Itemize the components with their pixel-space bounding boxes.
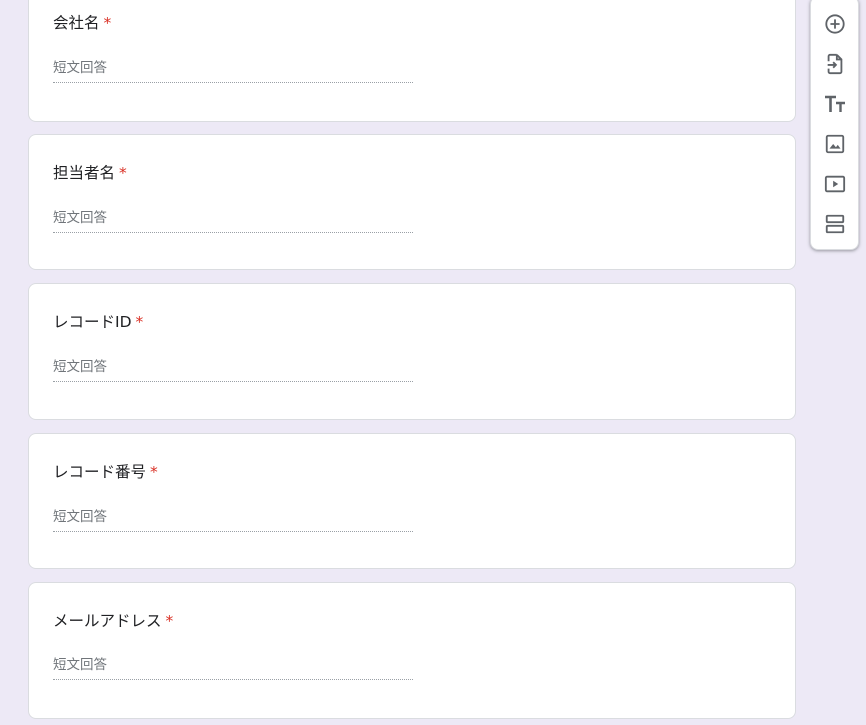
question-card-record-number[interactable]: レコード番号 * 短文回答	[28, 433, 796, 569]
question-title[interactable]: レコード番号 *	[53, 460, 158, 482]
question-title-text: レコード番号	[53, 463, 147, 481]
add-video-button[interactable]	[823, 172, 847, 196]
title-text-icon	[825, 95, 845, 112]
question-card-company-name[interactable]: 会社名 * 短文回答	[28, 0, 796, 122]
add-question-button[interactable]	[823, 12, 847, 36]
add-title-button[interactable]	[823, 92, 847, 116]
question-title-text: レコードID	[53, 313, 132, 331]
required-asterisk: *	[135, 313, 144, 331]
short-answer-placeholder: 短文回答	[53, 653, 413, 680]
floating-toolbar	[810, 0, 859, 250]
add-circle-icon	[825, 14, 845, 34]
form-editor: 会社名 * 短文回答 担当者名 * 短文回答 レコードID * 短文回答 レコード番号…	[0, 0, 866, 725]
add-image-button[interactable]	[823, 132, 847, 156]
question-title[interactable]: 会社名 *	[53, 11, 111, 33]
add-section-button[interactable]	[823, 212, 847, 236]
question-title[interactable]: 担当者名 *	[53, 161, 127, 183]
question-title-text: 担当者名	[53, 164, 116, 182]
image-icon	[825, 134, 845, 154]
import-questions-button[interactable]	[823, 52, 847, 76]
short-answer-placeholder: 短文回答	[53, 505, 413, 532]
question-card-contact-person[interactable]: 担当者名 * 短文回答	[28, 134, 796, 270]
required-asterisk: *	[119, 164, 127, 182]
section-icon	[825, 214, 845, 234]
import-questions-icon	[827, 53, 843, 75]
required-asterisk: *	[103, 14, 112, 32]
video-icon	[824, 175, 846, 193]
question-card-record-id[interactable]: レコードID * 短文回答	[28, 283, 796, 420]
required-asterisk: *	[150, 463, 158, 481]
question-title-text: 会社名	[53, 14, 100, 32]
question-title-text: メールアドレス	[53, 612, 162, 630]
question-title[interactable]: レコードID *	[53, 310, 143, 332]
question-title[interactable]: メールアドレス *	[53, 609, 173, 631]
short-answer-placeholder: 短文回答	[53, 56, 413, 83]
short-answer-placeholder: 短文回答	[53, 206, 413, 233]
short-answer-placeholder: 短文回答	[53, 355, 413, 382]
question-card-email[interactable]: メールアドレス * 短文回答	[28, 582, 796, 719]
required-asterisk: *	[165, 612, 174, 630]
